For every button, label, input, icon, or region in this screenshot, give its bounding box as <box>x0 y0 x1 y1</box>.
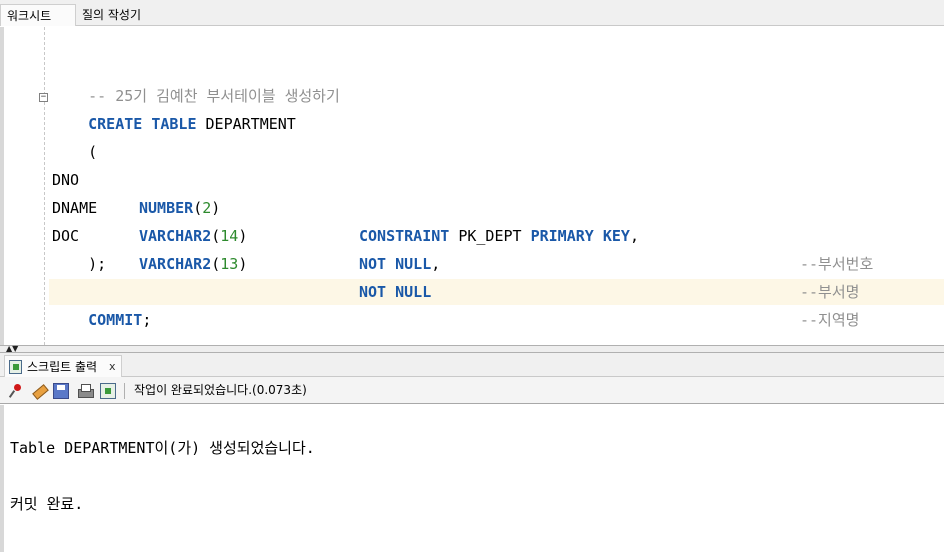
code-line-commit: COMMIT; <box>52 278 151 329</box>
column-type: VARCHAR2 <box>139 227 212 245</box>
keyword-commit: COMMIT <box>88 311 143 329</box>
tab-query-builder[interactable]: 질의 작성기 <box>76 4 147 26</box>
close-paren: ); <box>88 255 107 273</box>
paren: ) <box>238 227 248 245</box>
table-name: DEPARTMENT <box>205 115 296 133</box>
column-comment: --부서명 <box>800 283 860 301</box>
code-line-column: DOC VARCHAR2(13) NOT NULL --지역명 <box>52 194 932 329</box>
paren: ( <box>211 255 221 273</box>
output-line: Table DEPARTMENT이(가) 생성되었습니다. <box>10 439 315 457</box>
column-size: 14 <box>220 227 239 245</box>
script-output-icon <box>9 360 22 374</box>
pin-icon[interactable] <box>8 383 24 399</box>
eraser-icon[interactable] <box>31 383 47 399</box>
code-line-open-paren: ( <box>52 110 97 161</box>
output-toolbar: 작업이 완료되었습니다.(0.073초) <box>0 377 944 404</box>
output-tab-strip: 스크립트 출력 x <box>0 353 944 377</box>
script-output-area[interactable]: Table DEPARTMENT이(가) 생성되었습니다. 커밋 완료. <box>0 405 944 552</box>
column-comment: --부서번호 <box>800 255 874 273</box>
editor-gutter <box>44 27 45 345</box>
comma: , <box>431 255 441 273</box>
close-icon[interactable]: x <box>109 356 116 378</box>
column-comment: --지역명 <box>800 311 860 329</box>
paren: ) <box>238 255 248 273</box>
constraint-name: PK_DEPT <box>458 227 522 245</box>
code-line-column: DNO NUMBER(2) CONSTRAINT PK_DEPT PRIMARY… <box>52 138 932 273</box>
keyword-table: TABLE <box>151 115 197 133</box>
fold-toggle-icon[interactable]: − <box>39 93 48 102</box>
print-icon[interactable] <box>77 383 94 399</box>
code-line-create: CREATE TABLE DEPARTMENT <box>52 82 296 133</box>
keyword-not-null: NOT NULL <box>359 255 432 273</box>
code-line-comment: -- 25기 김예찬 부서테이블 생성하기 <box>52 54 340 105</box>
keyword-constraint: CONSTRAINT <box>359 227 450 245</box>
paren: ( <box>211 227 221 245</box>
splitter-arrows-icon[interactable]: ▲▼ <box>6 345 18 353</box>
toolbar-divider <box>124 383 125 399</box>
editor-tab-strip: 워크시트 질의 작성기 <box>0 0 944 26</box>
tab-script-output[interactable]: 스크립트 출력 x <box>4 355 122 377</box>
keyword-primary-key: PRIMARY KEY <box>530 227 630 245</box>
keyword-not-null: NOT NULL <box>359 283 432 301</box>
task-status: 작업이 완료되었습니다.(0.073초) <box>134 383 307 397</box>
code-line-close-paren: ); <box>52 222 106 273</box>
tab-script-output-label: 스크립트 출력 <box>27 360 98 374</box>
column-size: 13 <box>220 255 239 273</box>
comma: , <box>629 227 639 245</box>
column-type: VARCHAR2 <box>139 255 212 273</box>
tab-worksheet[interactable]: 워크시트 <box>0 4 76 26</box>
save-icon[interactable] <box>53 383 69 399</box>
sql-editor[interactable]: − -- 25기 김예찬 부서테이블 생성하기 CREATE TABLE DEP… <box>0 27 944 345</box>
panel-splitter[interactable]: ▲▼ <box>0 345 944 353</box>
script-output-icon[interactable] <box>100 383 116 399</box>
semicolon: ; <box>142 311 152 329</box>
output-line: 커밋 완료. <box>10 495 84 513</box>
code-line-column: DNAME VARCHAR2(14) NOT NULL, --부서명 <box>52 166 932 301</box>
